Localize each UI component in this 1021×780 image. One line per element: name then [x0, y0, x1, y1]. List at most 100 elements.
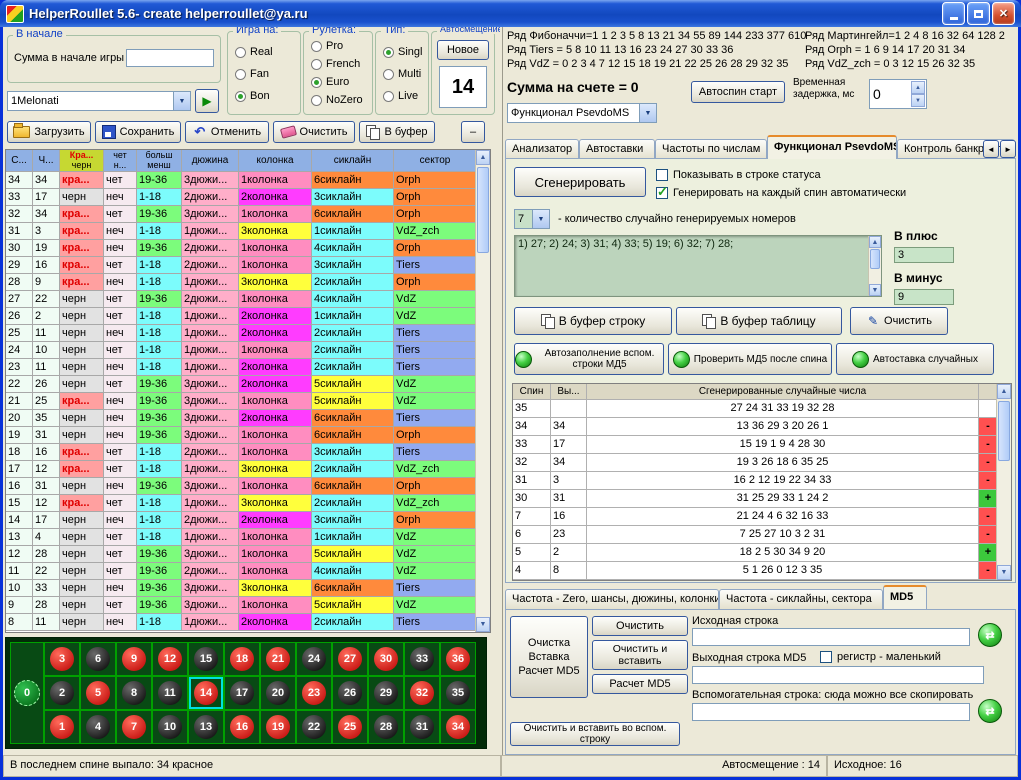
radio-singl[interactable]: Singl — [383, 46, 422, 58]
scroll-up-button[interactable]: ▲ — [476, 150, 490, 165]
generate-button[interactable]: Сгенерировать — [514, 167, 646, 197]
board-cell[interactable]: 9 — [116, 642, 152, 676]
history-row[interactable]: 928чернчет19-363дюжи...1колонка5сиклайнV… — [6, 597, 490, 614]
copy-table-button[interactable]: В буфер таблицу — [676, 307, 842, 335]
source-string-input[interactable] — [692, 628, 970, 646]
radio-euro[interactable]: Euro — [311, 76, 349, 88]
history-row[interactable]: 3434кра...чет19-363дюжи...1колонка6сикла… — [6, 172, 490, 189]
scroll-up-button[interactable]: ▲ — [869, 236, 881, 248]
history-row[interactable]: 1631черннеч19-363дюжи...1колонка6сиклайн… — [6, 478, 490, 495]
header-sector[interactable]: сектор — [394, 150, 477, 172]
tab-scroll-left-button[interactable]: ◄ — [983, 140, 999, 158]
history-row[interactable]: 3234кра...чет19-363дюжи...1колонка6сикла… — [6, 206, 490, 223]
textarea-scrollbar[interactable]: ▲ ▼ — [868, 236, 881, 296]
radio-multi[interactable]: Multi — [383, 68, 421, 80]
md5-big-button[interactable]: Очистка Вставка Расчет MD5 — [510, 616, 588, 698]
start-sum-input[interactable] — [126, 49, 214, 67]
toolbar-undo-button[interactable]: Отменить — [185, 121, 269, 143]
board-cell[interactable]: 7 — [116, 710, 152, 744]
header-color[interactable]: Кра...черн — [60, 150, 104, 172]
board-cell[interactable]: 31 — [404, 710, 440, 744]
radio-bon[interactable]: Bon — [235, 90, 270, 102]
board-cell[interactable]: 11 — [152, 676, 188, 710]
check-md5-button[interactable]: Проверить МД5 после спина — [668, 343, 832, 375]
board-cell[interactable]: 23 — [296, 676, 332, 710]
toolbar-eraser-button[interactable]: Очистить — [273, 121, 355, 143]
md5-clear-button[interactable]: Очистить — [592, 616, 688, 636]
new-autoshift-button[interactable]: Новое — [437, 40, 489, 60]
board-cell[interactable]: 19 — [260, 710, 296, 744]
history-row[interactable]: 2511черннеч1-181дюжи...2колонка2сиклайнT… — [6, 325, 490, 342]
board-cell[interactable]: 17 — [224, 676, 260, 710]
board-cell[interactable]: 18 — [224, 642, 260, 676]
board-cell-zero[interactable]: 0 — [10, 642, 44, 744]
board-cell[interactable]: 8 — [116, 676, 152, 710]
md5-clear-paste-aux-button[interactable]: Очистить и вставить во вспом. строку — [510, 722, 680, 746]
history-row[interactable]: 1712кра...чет1-181дюжи...3колонка2сиклай… — [6, 461, 490, 478]
board-cell[interactable]: 15 — [188, 642, 224, 676]
history-row[interactable]: 2125кра...неч19-363дюжи...1колонка5сикла… — [6, 393, 490, 410]
board-cell[interactable]: 12 — [152, 642, 188, 676]
preset-combobox[interactable]: 1Melonati ▼ — [7, 91, 191, 111]
history-row[interactable]: 2410чернчет1-181дюжи...1колонка2сиклайнT… — [6, 342, 490, 359]
radio-fan[interactable]: Fan — [235, 68, 269, 80]
tab-3[interactable]: Частоты по числам — [655, 139, 767, 159]
board-cell[interactable]: 1 — [44, 710, 80, 744]
header-column[interactable]: колонка — [239, 150, 312, 172]
history-row[interactable]: 2035черннеч19-363дюжи...2колонка6сиклайн… — [6, 410, 490, 427]
close-button[interactable]: ✕ — [992, 2, 1015, 25]
generated-row[interactable]: 485 1 26 0 12 3 35- — [513, 562, 1011, 580]
history-row[interactable]: 1512кра...чет1-181дюжи...3колонка2сиклай… — [6, 495, 490, 512]
scrollbar-thumb[interactable] — [998, 401, 1010, 461]
copy-row-button[interactable]: В буфер строку — [514, 307, 672, 335]
generated-row[interactable]: 71621 24 4 6 32 16 33- — [513, 508, 1011, 526]
maximize-button[interactable] — [967, 2, 990, 25]
board-cell[interactable]: 21 — [260, 642, 296, 676]
history-row[interactable]: 1228чернчет19-363дюжи...1колонка5сиклайн… — [6, 546, 490, 563]
transfer-button[interactable]: ⇄ — [978, 623, 1002, 647]
header-number[interactable]: Ч... — [33, 150, 60, 172]
history-row[interactable]: 1033черннеч19-363дюжи...3колонка6сиклайн… — [6, 580, 490, 597]
clear-button[interactable]: Очистить — [850, 307, 948, 335]
board-cell[interactable]: 28 — [368, 710, 404, 744]
tab-1[interactable]: Анализатор — [505, 139, 579, 159]
scrollbar-thumb[interactable] — [477, 167, 489, 253]
board-cell[interactable]: 20 — [260, 676, 296, 710]
tab-4[interactable]: Функционал PsevdoMS — [767, 135, 897, 159]
board-cell[interactable]: 5 — [80, 676, 116, 710]
header-sixline[interactable]: сиклайн — [312, 150, 394, 172]
md5-calc-button[interactable]: Расчет MD5 — [592, 674, 688, 694]
toolbar-open-button[interactable]: Загрузить — [7, 121, 91, 143]
history-scrollbar[interactable]: ▲ ▼ — [475, 150, 490, 632]
generated-row[interactable]: 331715 19 1 9 4 28 30- — [513, 436, 1011, 454]
history-row[interactable]: 262чернчет1-181дюжи...2колонка1сиклайнVd… — [6, 308, 490, 325]
history-row[interactable]: 2916кра...чет1-182дюжи...1колонка3сиклай… — [6, 257, 490, 274]
board-cell[interactable]: 26 — [332, 676, 368, 710]
generated-row[interactable]: 31316 2 12 19 22 34 33- — [513, 472, 1011, 490]
board-cell[interactable]: 32 — [404, 676, 440, 710]
history-row[interactable]: 2722чернчет19-362дюжи...1колонка4сиклайн… — [6, 291, 490, 308]
minimize-button[interactable] — [942, 2, 965, 25]
count-combobox[interactable]: 7 ▼ — [514, 209, 550, 229]
header-parity[interactable]: четн... — [104, 150, 137, 172]
scroll-down-button[interactable]: ▼ — [476, 617, 490, 632]
history-row[interactable]: 1931черннеч19-363дюжи...1колонка6сиклайн… — [6, 427, 490, 444]
board-cell[interactable]: 34 — [440, 710, 476, 744]
auto-generate-checkbox[interactable]: Генерировать на каждый спин автоматическ… — [656, 187, 906, 199]
radio-nozero[interactable]: NoZero — [311, 94, 363, 106]
generated-table-scrollbar[interactable]: ▲ ▼ — [996, 384, 1011, 580]
board-cell[interactable]: 22 — [296, 710, 332, 744]
bottom-tab-3[interactable]: MD5 — [883, 585, 927, 609]
history-row[interactable]: 134чернчет1-181дюжи...1колонка1сиклайнVd… — [6, 529, 490, 546]
board-cell[interactable]: 16 — [224, 710, 260, 744]
history-row[interactable]: 1122чернчет19-362дюжи...1колонка4сиклайн… — [6, 563, 490, 580]
header-dozen[interactable]: дюжина — [182, 150, 239, 172]
scroll-up-button[interactable]: ▲ — [997, 384, 1011, 399]
bottom-tab-2[interactable]: Частота - сиклайны, сектора — [719, 589, 883, 609]
autobet-random-button[interactable]: Автоставка случайных — [836, 343, 994, 375]
history-row[interactable]: 3019кра...неч19-362дюжи...1колонка4сикла… — [6, 240, 490, 257]
generated-row[interactable]: 303131 25 29 33 1 24 2+ — [513, 490, 1011, 508]
radio-french[interactable]: French — [311, 58, 360, 70]
board-cell[interactable]: 13 — [188, 710, 224, 744]
board-cell[interactable]: 3 — [44, 642, 80, 676]
